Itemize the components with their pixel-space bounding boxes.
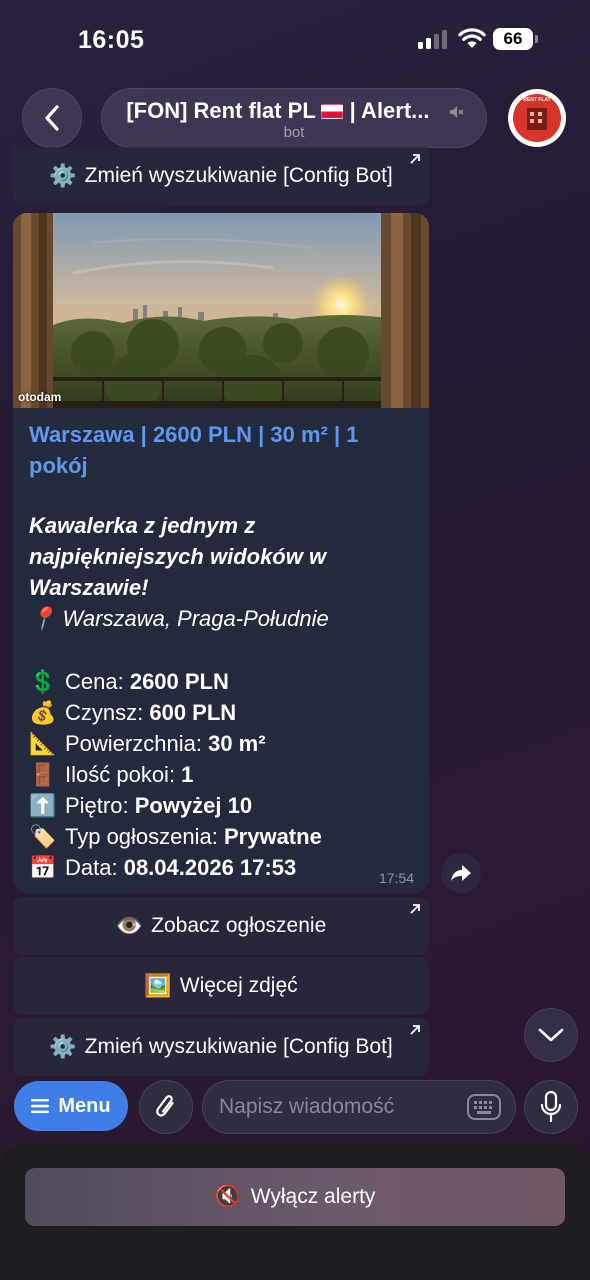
- battery-tip: [535, 35, 538, 43]
- building-icon: [527, 108, 547, 130]
- forward-arrow-icon: [451, 865, 471, 881]
- listing-message[interactable]: otodam Warszawa | 2600 PLN | 30 m² | 1 p…: [13, 213, 429, 893]
- menu-label: Menu: [58, 1094, 111, 1117]
- cellular-signal-icon: [418, 29, 448, 49]
- chat-subtitle: bot: [283, 124, 305, 141]
- listing-location: 📍 Warszawa, Praga-Południe: [29, 603, 329, 634]
- scroll-down-button[interactable]: [524, 1008, 578, 1062]
- muted-speaker-icon: [450, 106, 464, 118]
- detail-label: Typ ogłoszenia:: [65, 824, 224, 849]
- listing-details: 💲 Cena: 2600 PLN 💰 Czynsz: 600 PLN 📐 Powier…: [29, 666, 419, 883]
- detail-rent: 💰 Czynsz: 600 PLN: [29, 697, 419, 728]
- chat-title-pill[interactable]: [FON] Rent flat PL | Alert... bot: [101, 88, 487, 148]
- forward-button[interactable]: [441, 853, 481, 893]
- detail-label: Powierzchnia:: [65, 731, 209, 756]
- hamburger-icon: [31, 1099, 50, 1113]
- detail-floor: ⬆️ Piętro: Powyżej 10: [29, 790, 419, 821]
- detail-label: Piętro:: [65, 793, 135, 818]
- up-arrow-icon: ⬆️: [29, 793, 57, 818]
- detail-value: Powyżej 10: [134, 793, 253, 818]
- disable-alerts-button[interactable]: 🔇 Wyłącz alerty: [25, 1168, 565, 1226]
- more-photos-button[interactable]: 🖼️ Więcej zdjęć: [13, 957, 429, 1015]
- listing-headline: Kawalerka z jednym z najpiękniejszych wi…: [29, 513, 327, 600]
- menu-button[interactable]: Menu: [14, 1081, 128, 1131]
- external-link-arrow-icon: [410, 1025, 420, 1035]
- detail-type: 🏷️ Typ ogłoszenia: Prywatne: [29, 821, 419, 852]
- chevron-down-icon: [538, 1028, 564, 1042]
- status-time: 16:05: [78, 26, 145, 54]
- detail-label: Data:: [65, 855, 124, 880]
- calendar-icon: 📅: [29, 855, 57, 880]
- detail-value: 08.04.2026 17:53: [123, 855, 297, 880]
- wifi-icon: [458, 28, 486, 48]
- detail-value: 30 m²: [208, 731, 266, 756]
- gear-icon: ⚙️: [49, 1034, 77, 1059]
- chat-title: [FON] Rent flat PL | Alert...: [102, 98, 486, 124]
- detail-value: Prywatne: [223, 824, 322, 849]
- message-text-field[interactable]: [219, 1091, 459, 1123]
- external-link-arrow-icon: [410, 154, 420, 164]
- dollar-icon: 💲: [29, 669, 57, 694]
- paperclip-icon: [156, 1095, 174, 1117]
- listing-title-link[interactable]: Warszawa | 2600 PLN | 30 m² | 1 pokój: [29, 419, 409, 481]
- message-input[interactable]: [202, 1080, 516, 1134]
- listing-photo[interactable]: otodam: [13, 213, 429, 408]
- view-listing-label: Zobacz ogłoszenie: [151, 914, 327, 937]
- money-bag-icon: 💰: [29, 700, 57, 725]
- tag-icon: 🏷️: [29, 824, 57, 849]
- detail-price: 💲 Cena: 2600 PLN: [29, 666, 419, 697]
- attach-button[interactable]: [139, 1080, 193, 1134]
- keyboard-icon[interactable]: [467, 1094, 501, 1120]
- ruler-icon: 📐: [29, 731, 57, 756]
- view-listing-button[interactable]: 👁️ Zobacz ogłoszenie: [13, 897, 429, 955]
- config-bot-button[interactable]: ⚙️ Zmień wyszukiwanie [Config Bot]: [13, 1018, 429, 1076]
- config-bot-label: Zmień wyszukiwanie [Config Bot]: [84, 1035, 393, 1058]
- door-icon: 🚪: [29, 762, 57, 787]
- bot-avatar[interactable]: RENT FLAT: [508, 89, 566, 147]
- config-bot-button-top[interactable]: ⚙️ Zmień wyszukiwanie [Config Bot]: [13, 147, 429, 205]
- detail-value: 2600 PLN: [129, 669, 229, 694]
- photo-watermark: otodam: [18, 390, 62, 404]
- pin-icon: 📍: [29, 606, 57, 631]
- message-input-bar: Menu: [0, 1078, 590, 1134]
- detail-value: 600 PLN: [149, 700, 237, 725]
- detail-rooms: 🚪 Ilość pokoi: 1: [29, 759, 419, 790]
- chat-title-suffix: | Alert...: [349, 98, 430, 123]
- microphone-button[interactable]: [524, 1080, 578, 1134]
- chat-title-text: [FON] Rent flat PL: [126, 98, 316, 123]
- poland-flag-icon: [321, 104, 344, 119]
- avatar-logo-text: RENT FLAT: [523, 97, 551, 103]
- message-timestamp: 17:54: [378, 870, 414, 886]
- back-button[interactable]: [22, 88, 82, 148]
- location-text: Warszawa, Praga-Południe: [62, 606, 329, 631]
- microphone-icon: [540, 1091, 562, 1123]
- detail-value: 1: [181, 762, 194, 787]
- chat-header: [FON] Rent flat PL | Alert... bot RENT F…: [0, 88, 590, 150]
- battery-indicator: 66: [493, 28, 533, 50]
- eye-icon: 👁️: [115, 913, 144, 938]
- picture-icon: 🖼️: [144, 973, 172, 998]
- detail-area: 📐 Powierzchnia: 30 m²: [29, 728, 419, 759]
- reply-keyboard: 🔇 Wyłącz alerty: [0, 1143, 590, 1280]
- detail-date: 📅 Data: 08.04.2026 17:53: [29, 852, 419, 883]
- detail-label: Ilość pokoi:: [65, 762, 182, 787]
- more-photos-label: Więcej zdjęć: [179, 974, 298, 997]
- disable-alerts-label: Wyłącz alerty: [250, 1185, 376, 1208]
- config-bot-label: Zmień wyszukiwanie [Config Bot]: [84, 164, 393, 187]
- muted-speaker-icon: 🔇: [214, 1185, 241, 1208]
- detail-label: Czynsz:: [65, 700, 150, 725]
- chevron-left-icon: [45, 105, 59, 131]
- detail-label: Cena:: [65, 669, 130, 694]
- gear-icon: ⚙️: [49, 163, 77, 188]
- status-bar: 16:05 66: [0, 0, 590, 80]
- external-link-arrow-icon: [410, 904, 420, 914]
